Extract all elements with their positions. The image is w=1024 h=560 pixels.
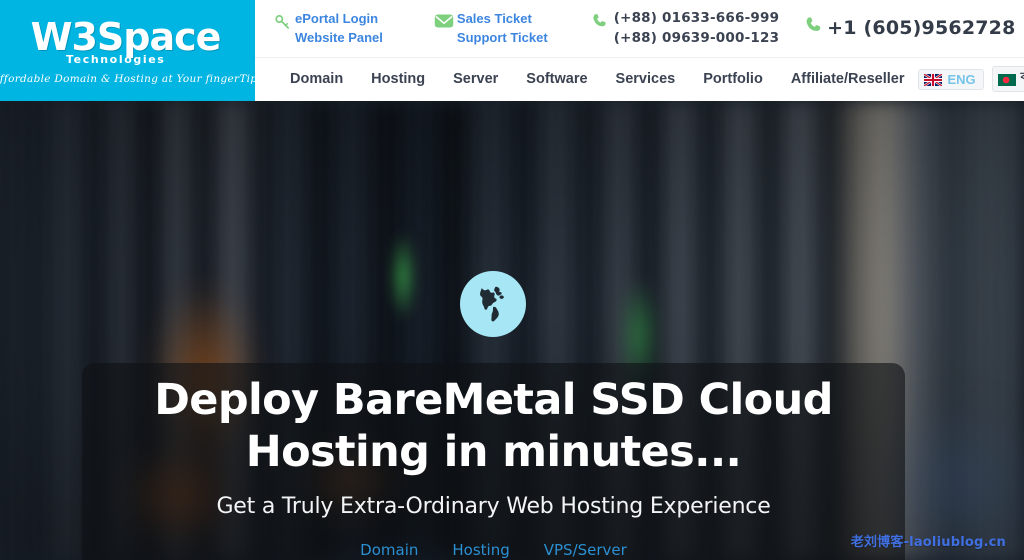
hero-link-domain[interactable]: Domain [360,541,418,559]
site-logo[interactable]: W3Space Technologies Affordable Domain &… [0,0,263,101]
language-switch-english[interactable]: ENG [918,68,984,90]
nav-item-affiliate-reseller[interactable]: Affiliate/Reseller [791,71,905,87]
logo-wordmark: W3Space [30,15,222,59]
hero-subtitle: Get a Truly Extra-Ordinary Web Hosting E… [216,494,771,520]
support-ticket-link[interactable]: Support Ticket [457,29,548,47]
sales-ticket-link[interactable]: Sales Ticket [457,10,548,28]
hero-link-hosting[interactable]: Hosting [452,541,509,559]
logo-tagline: Affordable Domain & Hosting at Your fing… [0,73,263,85]
us-phone-number[interactable]: +1 (605)9562728 [801,15,1015,42]
bangladesh-flag-icon [997,73,1016,86]
nav-item-server[interactable]: Server [453,71,498,87]
bd-phone-numbers[interactable]: (+88) 01633-666-999 (+88) 09639-000-123 [588,9,779,47]
language-label-english: ENG [947,71,976,87]
envelope-icon [431,10,457,29]
uk-flag-icon [923,73,944,87]
language-switch-bangla[interactable]: বাংলা [991,66,1024,92]
page-root: W3Space Technologies Affordable Domain &… [0,0,1024,560]
logo-subtitle: Technologies [66,53,166,66]
ticket-contact[interactable]: Sales Ticket Support Ticket [431,10,548,47]
main-navigation: Domain Hosting Server Software Services … [255,58,1024,100]
nav-item-hosting[interactable]: Hosting [371,71,425,87]
hero-section: Deploy BareMetal SSD Cloud Hosting in mi… [0,101,1024,560]
language-label-bangla: বাংলা [1021,69,1024,89]
eportal-login-link[interactable]: ePortal Login [295,10,383,28]
phone-icon [801,15,827,34]
watermark: 老刘博客-laoliublog.cn [850,535,1006,550]
nav-item-services[interactable]: Services [616,71,676,87]
phone-bd-2: (+88) 09639-000-123 [613,29,780,46]
header-topbar: ePortal Login Website Panel Sales Ticket [255,0,1024,58]
nav-item-software[interactable]: Software [526,71,587,87]
header-right: ePortal Login Website Panel Sales Ticket [255,0,1024,101]
site-header: W3Space Technologies Affordable Domain &… [0,0,1024,101]
hero-content: Deploy BareMetal SSD Cloud Hosting in mi… [82,363,905,560]
nav-item-domain[interactable]: Domain [290,71,343,87]
phone-bd-1: (+88) 01633-666-999 [613,10,780,27]
website-panel-link[interactable]: Website Panel [295,29,383,47]
phone-icon [588,9,614,29]
hero-title: Deploy BareMetal SSD Cloud Hosting in mi… [154,375,833,477]
phone-us-number: +1 (605)9562728 [827,17,1016,40]
key-icon [269,10,295,30]
hero-link-vps-server[interactable]: VPS/Server [544,541,627,559]
nav-item-portfolio[interactable]: Portfolio [703,71,763,87]
eportal-contact[interactable]: ePortal Login Website Panel [269,10,383,47]
hero-link-group: Domain Hosting VPS/Server [360,541,627,559]
globe-icon [460,271,526,337]
